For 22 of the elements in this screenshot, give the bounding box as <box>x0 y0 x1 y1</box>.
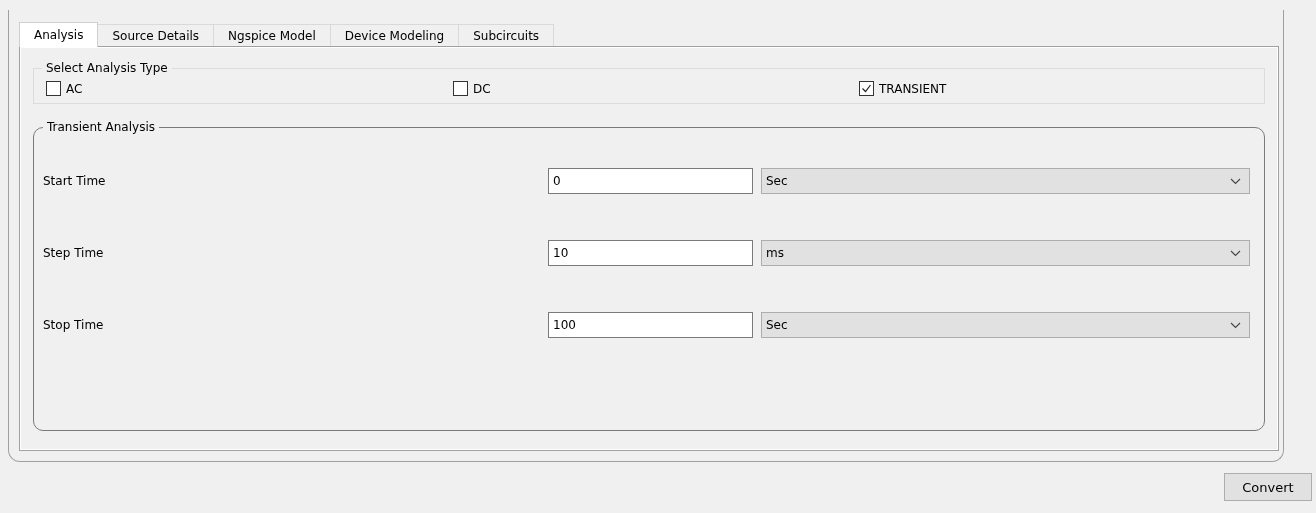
field-label: Step Time <box>43 246 105 260</box>
analysis-checkbox[interactable]: DC <box>453 81 859 96</box>
unit-dropdown[interactable]: Sec <box>761 168 1250 194</box>
field-label: Start Time <box>43 174 107 188</box>
tab[interactable]: Analysis <box>19 22 99 47</box>
tab[interactable]: Ngspice Model <box>213 24 331 46</box>
chevron-down-icon <box>1230 249 1241 257</box>
unit-dropdown[interactable]: Sec <box>761 312 1250 338</box>
chevron-down-icon <box>1230 321 1241 329</box>
chevron-down-icon <box>1230 177 1241 185</box>
input-field[interactable]: 10 <box>548 240 753 266</box>
group-title: Transient Analysis <box>46 120 156 134</box>
group-title: Select Analysis Type <box>45 61 169 75</box>
analysis-checkbox[interactable]: AC <box>46 81 453 96</box>
convert-button[interactable]: Convert <box>1224 473 1312 501</box>
unit-dropdown[interactable]: ms <box>761 240 1250 266</box>
field-label: Stop Time <box>43 318 105 332</box>
tab[interactable]: Subcircuits <box>458 24 555 46</box>
input-field[interactable]: 0 <box>548 168 753 194</box>
input-field[interactable]: 100 <box>548 312 753 338</box>
analysis-checkbox[interactable]: TRANSIENT <box>859 81 1254 96</box>
tab[interactable]: Device Modeling <box>329 24 460 46</box>
